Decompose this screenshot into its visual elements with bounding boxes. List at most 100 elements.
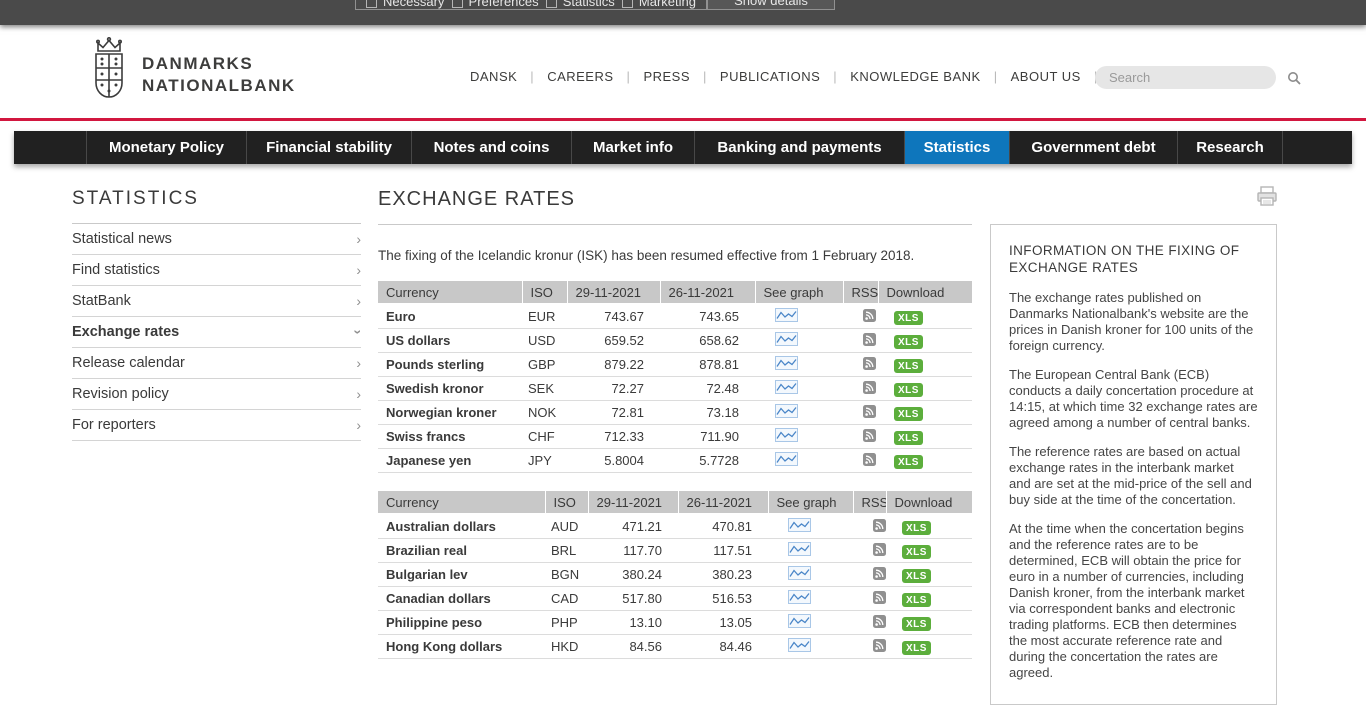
line-chart-icon[interactable] [775, 452, 798, 466]
xls-badge[interactable]: XLS [894, 431, 923, 445]
table-row-brl: Brazilian realBRL117.70117.51XLS [378, 539, 972, 563]
rate-29-11-2021: 117.70 [588, 539, 678, 563]
xls-badge[interactable]: XLS [894, 407, 923, 421]
rss-icon[interactable] [873, 543, 886, 556]
line-chart-icon[interactable] [775, 428, 798, 442]
nav-tab-market-info[interactable]: Market info [571, 131, 694, 164]
checkbox-icon[interactable] [622, 0, 633, 8]
rate-26-11-2021: 84.46 [678, 635, 768, 659]
checkbox-icon[interactable] [546, 0, 557, 8]
cookie-option-marketing[interactable]: Marketing [622, 0, 696, 8]
sidebar-item-release-calendar[interactable]: Release calendar› [72, 348, 361, 379]
rate-26-11-2021: 117.51 [678, 539, 768, 563]
rss-icon[interactable] [873, 615, 886, 628]
table-row-php: Philippine pesoPHP13.1013.05XLS [378, 611, 972, 635]
cookie-option-statistics[interactable]: Statistics [546, 0, 615, 8]
rss-icon[interactable] [873, 591, 886, 604]
line-chart-icon[interactable] [788, 566, 811, 580]
line-chart-icon[interactable] [775, 356, 798, 370]
nav-tab-banking-and-payments[interactable]: Banking and payments [694, 131, 904, 164]
checkbox-icon[interactable] [366, 0, 377, 8]
table-row-sek: Swedish kronorSEK72.2772.48XLS [378, 377, 972, 401]
rss-icon[interactable] [863, 357, 876, 370]
printer-icon[interactable] [1256, 186, 1278, 207]
line-chart-icon[interactable] [788, 542, 811, 556]
nav-tab-notes-and-coins[interactable]: Notes and coins [411, 131, 571, 164]
cookie-show-details-button[interactable]: Show details [707, 0, 835, 10]
top-nav-careers[interactable]: CAREERS [547, 69, 613, 84]
rss-icon[interactable] [873, 639, 886, 652]
nav-tab-financial-stability[interactable]: Financial stability [246, 131, 411, 164]
xls-badge[interactable]: XLS [894, 311, 923, 325]
table-row-gbp: Pounds sterlingGBP879.22878.81XLS [378, 353, 972, 377]
intro-text: The fixing of the Icelandic kronur (ISK)… [378, 248, 972, 263]
bank-logo[interactable]: DANMARKS NATIONALBANK [90, 37, 296, 112]
line-chart-icon[interactable] [775, 332, 798, 346]
line-chart-icon[interactable] [775, 308, 798, 322]
rss-icon[interactable] [863, 453, 876, 466]
page-title: EXCHANGE RATES [378, 188, 972, 225]
rss-icon[interactable] [873, 567, 886, 580]
xls-badge[interactable]: XLS [902, 593, 931, 607]
rate-29-11-2021: 471.21 [588, 514, 678, 539]
top-nav-publications[interactable]: PUBLICATIONS [720, 69, 820, 84]
rss-icon[interactable] [873, 519, 886, 532]
line-chart-icon[interactable] [788, 638, 811, 652]
currency-name: Japanese yen [378, 449, 522, 473]
sidebar-item-revision-policy[interactable]: Revision policy› [72, 379, 361, 410]
xls-badge[interactable]: XLS [894, 383, 923, 397]
info-paragraph-3: The reference rates are based on actual … [1009, 444, 1258, 508]
line-chart-icon[interactable] [775, 380, 798, 394]
rate-29-11-2021: 380.24 [588, 563, 678, 587]
rss-icon[interactable] [863, 381, 876, 394]
magnifier-icon[interactable] [1287, 71, 1301, 85]
sidebar-item-exchange-rates[interactable]: Exchange rates› [72, 317, 361, 348]
currency-iso: EUR [522, 304, 567, 329]
currency-iso: JPY [522, 449, 567, 473]
sidebar-item-statistical-news[interactable]: Statistical news› [72, 224, 361, 255]
rate-26-11-2021: 380.23 [678, 563, 768, 587]
checkbox-icon[interactable] [452, 0, 463, 8]
brand-red-divider [0, 118, 1366, 121]
sidebar-item-for-reporters[interactable]: For reporters› [72, 410, 361, 441]
rss-icon[interactable] [863, 405, 876, 418]
rate-29-11-2021: 659.52 [567, 329, 660, 353]
top-nav-knowledge-bank[interactable]: KNOWLEDGE BANK [850, 69, 981, 84]
xls-badge[interactable]: XLS [902, 521, 931, 535]
line-chart-icon[interactable] [788, 518, 811, 532]
top-nav-dansk[interactable]: DANSK [470, 69, 517, 84]
table-row-bgn: Bulgarian levBGN380.24380.23XLS [378, 563, 972, 587]
info-paragraph-4: At the time when the concertation begins… [1009, 521, 1258, 681]
table-row-jpy: Japanese yenJPY5.80045.7728XLS [378, 449, 972, 473]
currency-iso: BRL [545, 539, 588, 563]
sidebar-item-find-statistics[interactable]: Find statistics› [72, 255, 361, 286]
rss-icon[interactable] [863, 429, 876, 442]
line-chart-icon[interactable] [788, 590, 811, 604]
rss-icon[interactable] [863, 333, 876, 346]
rate-26-11-2021: 516.53 [678, 587, 768, 611]
nav-tab-statistics[interactable]: Statistics [904, 131, 1009, 164]
chevron-right-icon: › [356, 231, 361, 247]
nav-tab-government-debt[interactable]: Government debt [1009, 131, 1177, 164]
xls-badge[interactable]: XLS [902, 569, 931, 583]
line-chart-icon[interactable] [775, 404, 798, 418]
xls-badge[interactable]: XLS [902, 545, 931, 559]
xls-badge[interactable]: XLS [894, 335, 923, 349]
cookie-option-necessary[interactable]: Necessary [366, 0, 444, 8]
rate-26-11-2021: 743.65 [660, 304, 755, 329]
top-nav-about-us[interactable]: ABOUT US [1011, 69, 1081, 84]
exchange-rates-table-2: CurrencyISO29-11-202126-11-2021See graph… [378, 491, 972, 659]
search-input[interactable] [1107, 69, 1287, 86]
nav-tab-research[interactable]: Research [1177, 131, 1282, 164]
xls-badge[interactable]: XLS [902, 617, 931, 631]
top-nav-press[interactable]: PRESS [643, 69, 690, 84]
sidebar-item-statbank[interactable]: StatBank› [72, 286, 361, 317]
search-box[interactable] [1095, 66, 1276, 89]
xls-badge[interactable]: XLS [894, 455, 923, 469]
cookie-option-preferences[interactable]: Preferences [452, 0, 539, 8]
exchange-rates-table-1: CurrencyISO29-11-202126-11-2021See graph… [378, 281, 972, 473]
line-chart-icon[interactable] [788, 614, 811, 628]
rss-icon[interactable] [863, 309, 876, 322]
nav-tab-monetary-policy[interactable]: Monetary Policy [86, 131, 246, 164]
xls-badge[interactable]: XLS [894, 359, 923, 373]
